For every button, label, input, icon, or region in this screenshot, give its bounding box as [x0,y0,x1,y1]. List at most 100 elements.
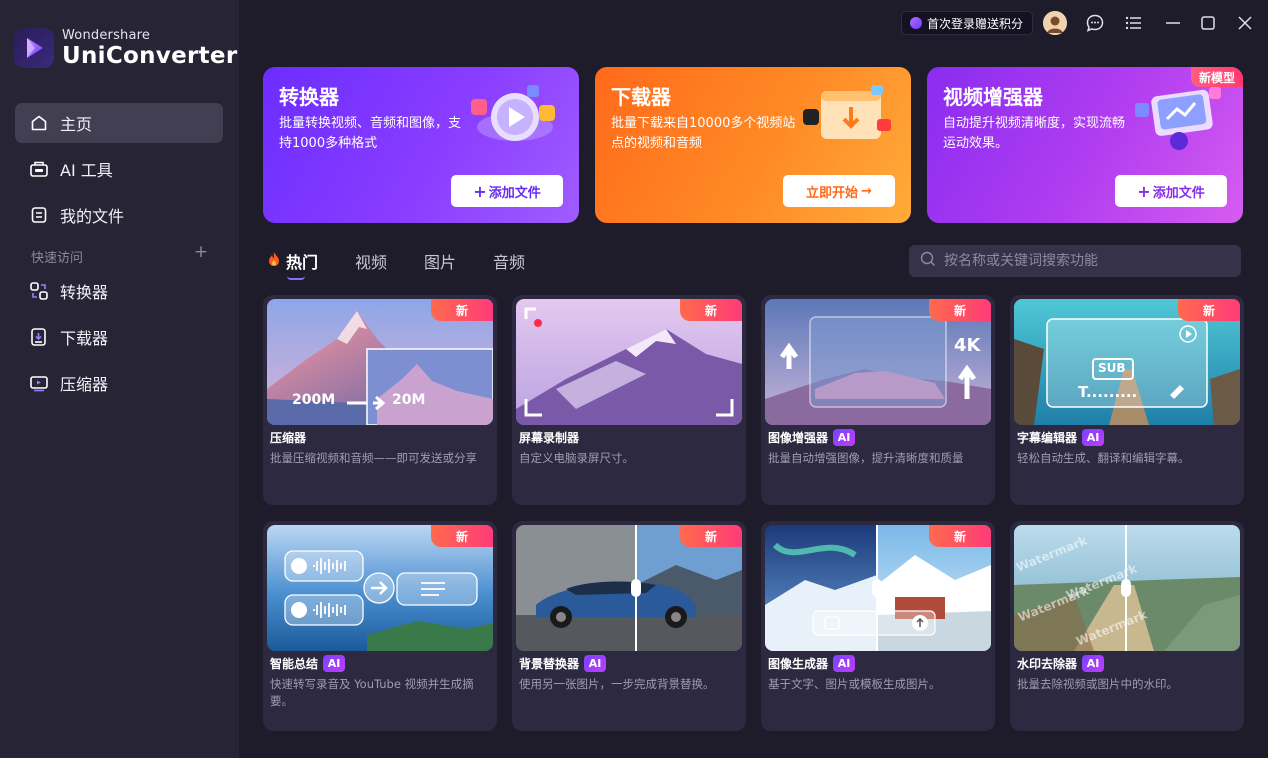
active-tab-indicator [287,276,305,280]
converter-illustration-icon [467,83,561,153]
card-title: 转换器 [279,85,339,109]
sidebar: Wondershare UniConverter 主页 AI 工具 我的文件 快… [0,0,239,758]
downloader-illustration-icon [799,83,893,153]
video-enhancer-card[interactable]: 新模型 视频增强器 自动提升视频清晰度，实现流畅运动效果。 + 添加文件 [927,67,1243,223]
compressor-icon [29,373,49,393]
tab-image[interactable]: 图片 [424,249,456,273]
search-icon [920,251,936,271]
tool-name: 智能总结 AI [270,655,346,672]
downloader-card[interactable]: 下载器 批量下载来自10000多个视频站点的视频和音频 立即开始 → [595,67,911,223]
tool-card-image-enhancer[interactable]: 4K 新 图像增强器 AI 批量自动增强图像，提升清晰度和质量 [761,295,995,505]
card-title: 视频增强器 [943,85,1043,109]
tool-desc: 轻松自动生成、翻译和编辑字幕。 [1017,451,1190,465]
new-badge: 新 [680,525,742,547]
tool-name: 压缩器 [270,431,307,445]
category-tabs: 热门 视频 图片 音频 [267,249,562,280]
tab-video[interactable]: 视频 [355,249,387,273]
avatar [1043,11,1067,35]
tool-desc: 批量压缩视频和音频——即可发送或分享 [270,451,477,465]
ai-badge: AI [323,655,346,672]
chat-icon[interactable] [1083,11,1107,35]
close-icon[interactable] [1233,11,1257,35]
home-icon [29,113,49,133]
brand-company: Wondershare [62,27,151,43]
brand-product: UniConverter [62,42,238,69]
sidebar-item-label: 我的文件 [60,207,125,226]
sidebar-item-my-files[interactable]: 我的文件 [15,195,223,235]
search-box[interactable] [909,245,1241,277]
new-badge: 新 [1178,299,1240,321]
size-after-label: 20M [392,392,426,408]
login-reward-button[interactable]: 首次登录赠送积分 [901,11,1034,35]
resolution-label: 4K [954,335,981,356]
search-input[interactable] [944,253,1234,269]
tab-audio[interactable]: 音频 [493,249,525,273]
card-desc: 自动提升视频清晰度，实现流畅运动效果。 [943,116,1126,151]
tool-card-background-replacer[interactable]: 新 背景替换器 AI 使用另一张图片，一步完成背景替换。 [512,521,746,731]
ai-badge: AI [1082,655,1105,672]
card-title: 下载器 [611,85,671,109]
subtitle-tag-label: SUB [1098,361,1126,375]
tool-card-compressor[interactable]: 200M 20M 新 压缩器 批量压缩视频和音频——即可发送或分享 [263,295,497,505]
ai-badge: AI [1082,429,1105,446]
subtitle-text-label: T......... [1078,383,1138,401]
sidebar-item-ai-tools[interactable]: AI 工具 [15,149,223,189]
quick-access-add-button[interactable]: + [193,244,209,261]
sidebar-item-converter[interactable]: 转换器 [15,271,223,311]
new-badge: 新 [929,299,991,321]
tool-card-subtitle-editor[interactable]: SUB T......... 新 字幕编辑器 AI 轻松自动生成、翻译和编辑字幕。 [1010,295,1244,505]
tool-desc: 快速转写录音及 YouTube 视频并生成摘要。 [270,677,474,708]
arrow-right-icon: → [861,183,872,199]
ai-badge: AI [584,655,607,672]
video-enhancer-add-file-button[interactable]: + 添加文件 [1115,175,1227,207]
tool-desc: 使用另一张图片，一步完成背景替换。 [519,677,715,691]
quick-access-title: 快速访问 [31,251,84,266]
menu-list-icon[interactable] [1122,11,1146,35]
plus-icon: + [473,181,487,201]
new-badge: 新 [680,299,742,321]
tool-desc: 批量自动增强图像，提升清晰度和质量 [768,451,964,465]
downloader-icon [29,327,49,347]
ai-badge: AI [833,655,856,672]
downloader-start-button[interactable]: 立即开始 → [783,175,895,207]
minimize-icon[interactable] [1161,11,1185,35]
watermark-remover-thumbnail: Watermark Watermark Watermark Watermark [1014,525,1240,651]
new-badge: 新 [431,299,493,321]
plus-icon: + [1137,181,1151,201]
tab-hot[interactable]: 热门 [267,249,318,280]
tool-name: 背景替换器 AI [519,655,607,672]
tool-desc: 基于文字、图片或模板生成图片。 [768,677,941,691]
card-desc: 批量转换视频、音频和图像，支持1000多种格式 [279,116,462,151]
tool-name: 图像生成器 AI [768,655,856,672]
converter-card[interactable]: 转换器 批量转换视频、音频和图像，支持1000多种格式 + 添加文件 [263,67,579,223]
sidebar-item-home[interactable]: 主页 [15,103,223,143]
maximize-icon[interactable] [1196,11,1220,35]
sidebar-item-downloader[interactable]: 下载器 [15,317,223,357]
tool-name: 水印去除器 AI [1017,655,1105,672]
size-before-label: 200M [292,392,336,408]
converter-icon [29,281,49,301]
ai-badge: AI [833,429,856,446]
sidebar-item-compressor[interactable]: 压缩器 [15,363,223,403]
sidebar-item-label: AI 工具 [60,161,113,180]
flame-icon [267,251,281,271]
tool-card-watermark-remover[interactable]: Watermark Watermark Watermark Watermark … [1010,521,1244,731]
user-avatar-button[interactable] [1043,11,1067,35]
tool-card-ai-summary[interactable]: 新 智能总结 AI 快速转写录音及 YouTube 视频并生成摘要。 [263,521,497,731]
video-enhancer-illustration-icon [1131,83,1225,153]
app-logo: Wondershare UniConverter [14,28,237,68]
tool-card-image-generator[interactable]: 新 图像生成器 AI 基于文字、图片或模板生成图片。 [761,521,995,731]
file-icon [29,205,49,225]
sidebar-item-label: 压缩器 [60,375,109,394]
new-badge: 新 [431,525,493,547]
tool-name: 屏幕录制器 [519,431,580,445]
sidebar-item-label: 主页 [60,115,93,134]
tool-name: 图像增强器 AI [768,429,856,446]
login-reward-label: 首次登录赠送积分 [927,16,1024,31]
ai-tools-icon [29,159,49,179]
uniconverter-logo-icon [14,28,54,68]
card-desc: 批量下载来自10000多个视频站点的视频和音频 [611,116,796,151]
tool-card-screen-recorder[interactable]: 新 屏幕录制器 自定义电脑录屏尺寸。 [512,295,746,505]
converter-add-file-button[interactable]: + 添加文件 [451,175,563,207]
sidebar-item-label: 下载器 [60,329,109,348]
